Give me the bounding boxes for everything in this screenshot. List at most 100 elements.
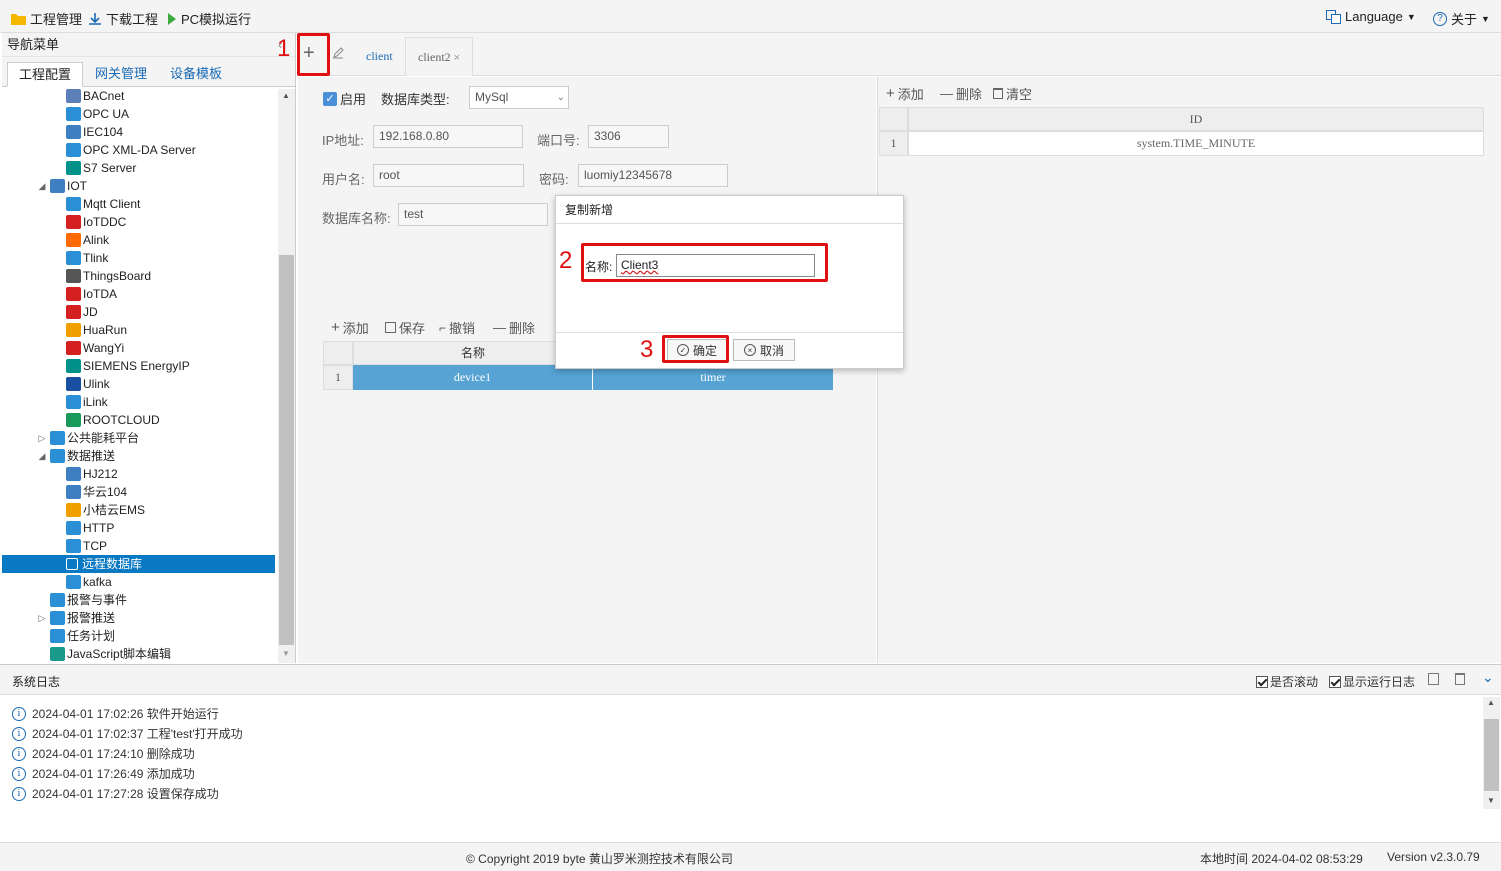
tree-item[interactable]: JavaScript脚本编辑 xyxy=(2,645,275,663)
scroll-up-icon[interactable]: ▲ xyxy=(1487,698,1495,707)
tree-item[interactable]: ThingsBoard xyxy=(2,267,275,285)
nav-tabs: 工程配置 网关管理 设备模板 xyxy=(2,57,295,87)
tree-item[interactable]: ◢ 数据推送 xyxy=(2,447,275,465)
mqtt-icon xyxy=(66,197,81,211)
save-log-icon[interactable] xyxy=(1428,673,1439,685)
tree-item[interactable]: JD xyxy=(2,303,275,321)
tree-item[interactable]: ROOTCLOUD xyxy=(2,411,275,429)
tree-item[interactable]: Mqtt Client xyxy=(2,195,275,213)
plus-icon: + xyxy=(886,85,895,102)
minus-icon: — xyxy=(940,86,953,101)
tree-item-label: Alink xyxy=(83,233,110,247)
tree-item[interactable]: HJ212 xyxy=(2,465,275,483)
clear-log-icon[interactable] xyxy=(1455,673,1465,685)
auto-scroll-checkbox[interactable]: 是否滚动 xyxy=(1256,673,1318,690)
iec-icon xyxy=(66,485,81,499)
scroll-down-icon[interactable]: ▼ xyxy=(1487,796,1495,805)
huawei-icon xyxy=(66,287,81,301)
tree-item[interactable]: OPC UA xyxy=(2,105,275,123)
tree-item[interactable]: 任务计划 xyxy=(2,627,275,645)
data-push-icon xyxy=(50,449,65,463)
tree-item[interactable]: TCP xyxy=(2,537,275,555)
opc-xml-icon xyxy=(66,143,81,157)
add-tag-button[interactable]: + 添加 xyxy=(886,84,924,103)
db-type-select[interactable]: MySql ⌄ xyxy=(469,86,569,109)
tree-item[interactable]: kafka xyxy=(2,573,275,591)
tree-item[interactable]: IEC104 xyxy=(2,123,275,141)
expanded-toggle-icon[interactable]: ◢ xyxy=(37,447,47,465)
undo-device-button[interactable]: ⌐ 撤销 xyxy=(439,318,475,337)
dialog-divider xyxy=(556,332,903,333)
enable-checkbox[interactable]: ✓ 启用 xyxy=(323,89,366,108)
delete-device-button[interactable]: — 删除 xyxy=(493,318,535,337)
close-tab-icon[interactable]: × xyxy=(454,52,460,64)
tree-item[interactable]: IoTDDC xyxy=(2,213,275,231)
username-input[interactable]: root xyxy=(373,164,524,187)
tree-item[interactable]: S7 Server xyxy=(2,159,275,177)
tree-item[interactable]: ◢ IOT xyxy=(2,177,275,195)
tree-item-label: 报警与事件 xyxy=(67,593,128,607)
tree-item[interactable]: 远程数据库 xyxy=(2,555,275,573)
save-device-button[interactable]: 保存 xyxy=(385,318,425,337)
edit-icon[interactable] xyxy=(332,47,344,59)
tree-item[interactable]: Ulink xyxy=(2,375,275,393)
collapsed-toggle-icon[interactable]: ▷ xyxy=(37,609,47,627)
show-log-checkbox[interactable]: 显示运行日志 xyxy=(1329,673,1415,690)
about-menu[interactable]: ? 关于 ▼ xyxy=(1433,9,1490,28)
add-device-button[interactable]: + 添加 xyxy=(331,318,369,337)
nav-scrollbar[interactable]: ▲ ▼ xyxy=(278,89,295,663)
delete-tag-button[interactable]: — 删除 xyxy=(940,84,982,103)
tree-item[interactable]: WangYi xyxy=(2,339,275,357)
cancel-button[interactable]: × 取消 xyxy=(733,339,795,361)
tree-item[interactable]: SIEMENS EnergyIP xyxy=(2,357,275,375)
tree-item[interactable]: HTTP xyxy=(2,519,275,537)
tab-client[interactable]: client xyxy=(354,37,405,76)
scroll-down-icon[interactable]: ▼ xyxy=(282,649,290,658)
clear-tags-button[interactable]: 清空 xyxy=(993,84,1032,103)
nav-scroll-thumb[interactable] xyxy=(279,255,294,645)
tree-item[interactable]: 小桔云EMS xyxy=(2,501,275,519)
info-icon: i xyxy=(12,786,26,801)
language-icon xyxy=(1326,9,1341,24)
log-scroll-thumb[interactable] xyxy=(1484,719,1499,791)
collapsed-toggle-icon[interactable]: ▷ xyxy=(37,429,47,447)
wangyi-icon xyxy=(66,341,81,355)
column-header-id[interactable]: ID xyxy=(908,107,1484,131)
tree-item[interactable]: iLink xyxy=(2,393,275,411)
ilink-icon xyxy=(66,395,81,409)
table-cell-tag-id[interactable]: system.TIME_MINUTE xyxy=(908,131,1484,156)
tree-item[interactable]: 华云104 xyxy=(2,483,275,501)
tree-item-label: IOT xyxy=(67,179,87,193)
collapse-down-icon[interactable]: ⌄ xyxy=(1482,669,1494,686)
tab-project-config[interactable]: 工程配置 xyxy=(7,62,84,87)
undo-icon: ⌐ xyxy=(439,320,447,335)
tree-item[interactable]: ▷ 公共能耗平台 xyxy=(2,429,275,447)
tree-item[interactable]: 报警与事件 xyxy=(2,591,275,609)
tree-item[interactable]: HuaRun xyxy=(2,321,275,339)
scroll-up-icon[interactable]: ▲ xyxy=(282,91,290,100)
dbname-input[interactable]: test xyxy=(398,203,548,226)
copy-add-dialog: 复制新增 名称: Client3 ✓ 确定 × 取消 xyxy=(555,195,904,369)
expanded-toggle-icon[interactable]: ◢ xyxy=(37,177,47,195)
project-manage-button[interactable]: 工程管理 xyxy=(11,9,82,28)
tree-item[interactable]: BACnet xyxy=(2,87,275,105)
log-scrollbar[interactable]: ▲ ▼ xyxy=(1483,697,1500,809)
download-project-button[interactable]: 下载工程 xyxy=(88,9,158,28)
version-text: Version v2.3.0.79 xyxy=(1387,850,1480,864)
tree-item[interactable]: Tlink xyxy=(2,249,275,267)
tree-item[interactable]: ▷ 报警推送 xyxy=(2,609,275,627)
password-input[interactable]: luomiy12345678 xyxy=(578,164,728,187)
tab-device-template[interactable]: 设备模板 xyxy=(159,62,233,87)
tree-item-label: Tlink xyxy=(83,251,109,265)
checkbox-checked-icon xyxy=(1256,675,1268,688)
tree-item[interactable]: IoTDA xyxy=(2,285,275,303)
tab-gateway-manage[interactable]: 网关管理 xyxy=(84,62,158,87)
pc-sim-run-button[interactable]: PC模拟运行 xyxy=(167,9,251,28)
annotation-box-2 xyxy=(581,243,828,282)
tree-item[interactable]: Alink xyxy=(2,231,275,249)
tab-client2[interactable]: client2 × xyxy=(405,37,474,76)
language-menu[interactable]: Language ▼ xyxy=(1326,9,1416,24)
port-input[interactable]: 3306 xyxy=(588,125,669,148)
ip-input[interactable]: 192.168.0.80 xyxy=(373,125,523,148)
tree-item[interactable]: OPC XML-DA Server xyxy=(2,141,275,159)
